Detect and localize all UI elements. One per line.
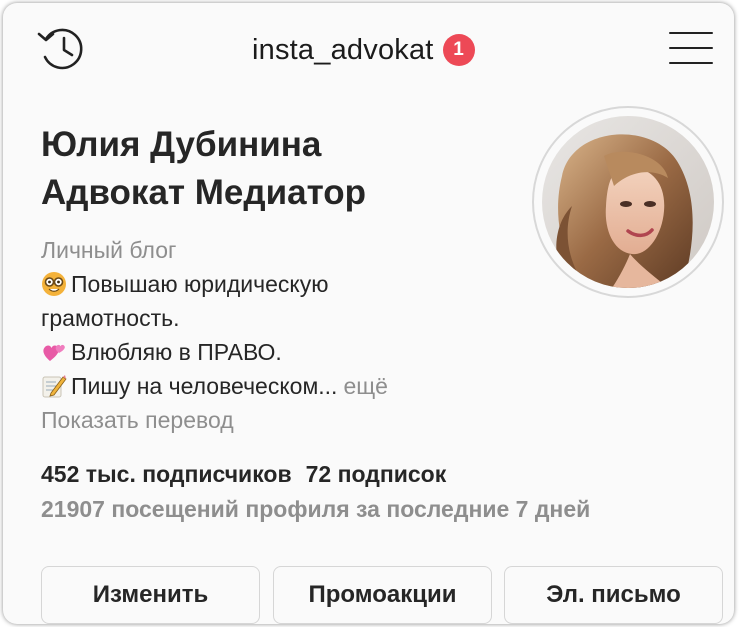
bio-text: Повышаю юридическую xyxy=(71,271,329,297)
revolving-hearts-emoji xyxy=(41,339,67,365)
name-line-2: Адвокат Медиатор xyxy=(41,173,367,212)
profile-stats: 452 тыс. подписчиков 72 подписок xyxy=(41,461,446,488)
bio-line: грамотность. xyxy=(41,301,521,335)
avatar[interactable] xyxy=(532,106,724,298)
profile-visits: 21907 посещений профиля за последние 7 д… xyxy=(41,496,591,522)
bio-line: Пишу на человеческом... ещё xyxy=(41,369,521,403)
bio-text: грамотность. xyxy=(41,305,180,331)
profile-display-name: Юлия Дубинина Адвокат Медиатор xyxy=(41,121,511,217)
history-clock-icon[interactable] xyxy=(37,25,93,75)
profile-category: Личный блог xyxy=(41,237,177,263)
profile-bio: Личный блог Повышаю юридическую грамотно… xyxy=(41,233,521,437)
followers-count[interactable]: 452 тыс. подписчиков xyxy=(41,461,292,487)
bio-text: Пишу на человеческом... xyxy=(71,373,338,399)
bio-text: Влюбляю в ПРАВО. xyxy=(71,339,282,365)
top-bar: insta_advokat 1 xyxy=(3,3,734,93)
more-link[interactable]: ещё xyxy=(343,369,388,403)
nerd-face-emoji xyxy=(41,271,67,297)
profile-screen: insta_advokat 1 Юлия Дубинина Адвокат Ме… xyxy=(3,3,734,624)
notification-badge: 1 xyxy=(442,34,475,66)
edit-profile-button[interactable]: Изменить xyxy=(41,566,260,624)
bio-line: Влюбляю в ПРАВО. xyxy=(41,335,521,369)
memo-pencil-emoji xyxy=(41,373,67,399)
email-button[interactable]: Эл. письмо xyxy=(504,566,723,624)
promotions-button[interactable]: Промоакции xyxy=(273,566,492,624)
translate-link[interactable]: Показать перевод xyxy=(41,403,521,437)
bio-line: Повышаю юридическую xyxy=(41,267,521,301)
hamburger-menu-icon[interactable] xyxy=(669,30,713,68)
avatar-photo xyxy=(542,116,714,288)
following-count[interactable]: 72 подписок xyxy=(306,461,447,487)
username[interactable]: insta_advokat xyxy=(252,34,434,67)
username-header[interactable]: insta_advokat 1 xyxy=(252,30,475,70)
name-line-1: Юлия Дубинина xyxy=(41,125,322,164)
